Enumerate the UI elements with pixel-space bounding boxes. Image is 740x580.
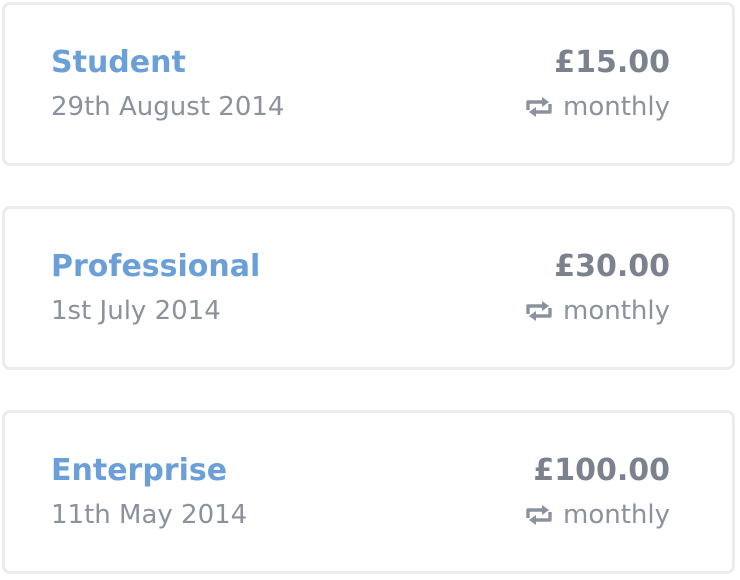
plan-price: £30.00: [554, 249, 670, 284]
plan-price: £100.00: [533, 453, 670, 488]
repeat-icon: [525, 504, 553, 526]
subscription-card[interactable]: Student 29th August 2014 £15.00 monthly: [2, 2, 735, 166]
subscription-card[interactable]: Enterprise 11th May 2014 £100.00 monthly: [2, 410, 735, 574]
billing-interval-label: monthly: [563, 296, 670, 326]
repeat-icon: [525, 300, 553, 322]
plan-start-date: 29th August 2014: [51, 92, 285, 122]
billing-interval: monthly: [525, 293, 670, 329]
repeat-icon: [525, 96, 553, 118]
billing-interval-label: monthly: [563, 500, 670, 530]
billing-interval: monthly: [525, 89, 670, 125]
plan-name: Student: [51, 45, 186, 80]
plan-start-date: 1st July 2014: [51, 296, 221, 326]
plan-price: £15.00: [554, 45, 670, 80]
plan-name: Professional: [51, 249, 261, 284]
plan-name: Enterprise: [51, 453, 228, 488]
plan-start-date: 11th May 2014: [51, 500, 248, 530]
billing-interval: monthly: [525, 497, 670, 533]
subscription-card[interactable]: Professional 1st July 2014 £30.00 monthl…: [2, 206, 735, 370]
billing-interval-label: monthly: [563, 92, 670, 122]
